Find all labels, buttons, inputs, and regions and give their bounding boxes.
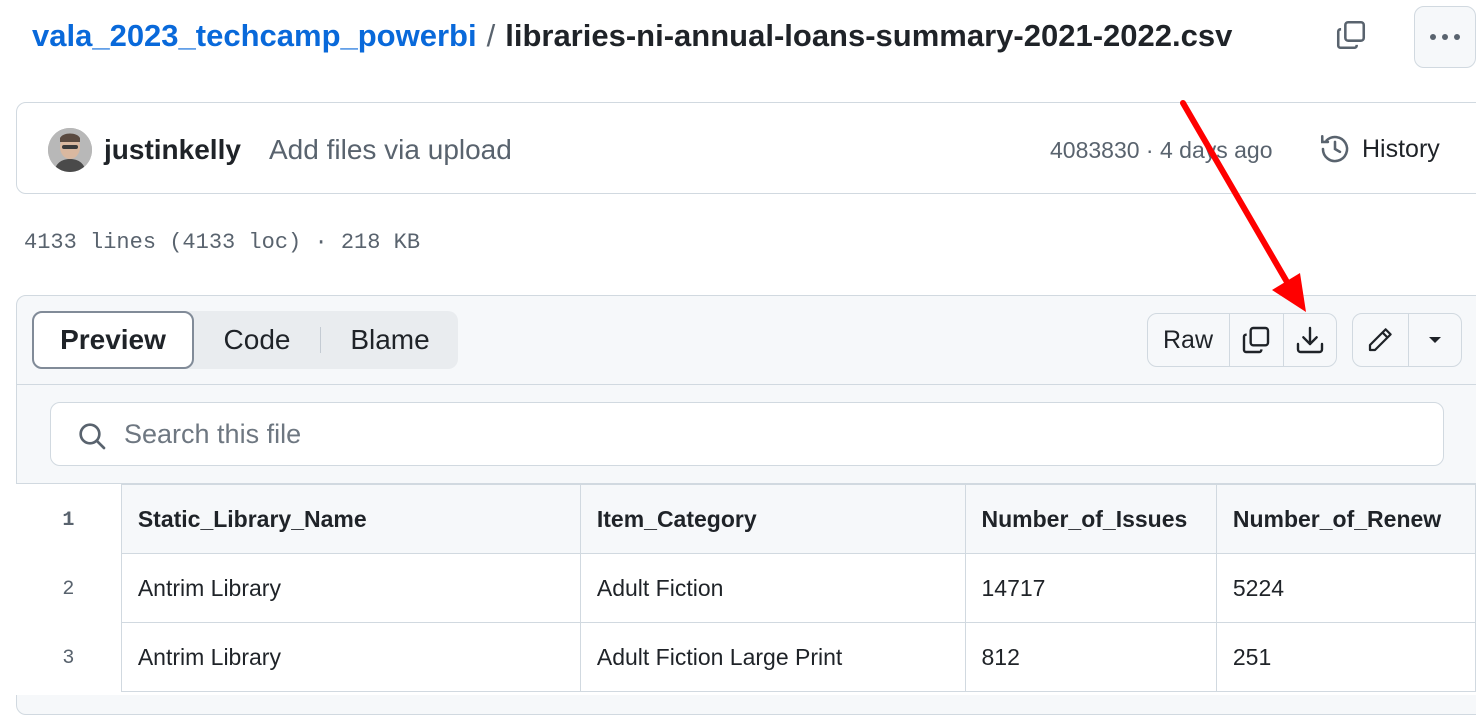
tab-divider [320, 327, 321, 353]
column-header: Number_of_Renew [1215, 484, 1476, 554]
tab-code[interactable]: Code [196, 311, 318, 369]
line-number[interactable]: 2 [16, 553, 122, 623]
table-row: 2 Antrim Library Adult Fiction 14717 522… [16, 553, 1476, 623]
table-cell: 14717 [964, 553, 1217, 623]
repo-link[interactable]: vala_2023_techcamp_powerbi [32, 18, 477, 54]
table-cell: 812 [964, 622, 1217, 692]
copy-raw-button[interactable] [1229, 313, 1283, 367]
table-row: 3 Antrim Library Adult Fiction Large Pri… [16, 622, 1476, 692]
search-icon [79, 423, 106, 450]
commit-meta[interactable]: 4083830 · 4 days ago [1050, 132, 1273, 168]
kebab-horizontal-icon [1430, 34, 1460, 40]
copy-icon [1242, 326, 1270, 354]
tab-preview[interactable]: Preview [32, 311, 194, 369]
table-cell: 5224 [1215, 553, 1476, 623]
copy-icon [1336, 20, 1366, 50]
table-header-row: 1 Static_Library_Name Item_Category Numb… [16, 484, 1476, 554]
copy-path-button[interactable] [1330, 14, 1372, 56]
history-icon [1320, 134, 1349, 163]
history-button[interactable]: History [1318, 128, 1440, 170]
panel-divider [16, 384, 1476, 385]
breadcrumb-separator: / [486, 18, 496, 53]
download-icon [1296, 326, 1324, 354]
commit-author[interactable]: justinkelly [104, 130, 241, 170]
file-info: 4133 lines (4133 loc) · 218 KB [24, 230, 421, 255]
avatar-image [48, 128, 92, 172]
csv-table-container: 1 Static_Library_Name Item_Category Numb… [16, 483, 1476, 695]
pencil-icon [1368, 328, 1392, 352]
breadcrumb: vala_2023_techcamp_powerbi / libraries-n… [32, 14, 1232, 58]
search-input[interactable] [124, 412, 1424, 456]
table-cell: 251 [1215, 622, 1476, 692]
history-label: History [1362, 134, 1440, 163]
edit-dropdown-button[interactable] [1408, 313, 1462, 367]
csv-table: 1 Static_Library_Name Item_Category Numb… [16, 484, 1476, 692]
edit-button[interactable] [1352, 313, 1408, 367]
table-cell: Antrim Library [120, 622, 581, 692]
raw-button[interactable]: Raw [1147, 313, 1229, 367]
more-options-button[interactable] [1414, 6, 1476, 68]
triangle-down-icon [1429, 337, 1441, 343]
column-header: Number_of_Issues [964, 484, 1217, 554]
commit-message[interactable]: Add files via upload [269, 130, 512, 170]
table-cell: Antrim Library [120, 553, 581, 623]
table-cell: Adult Fiction [579, 553, 966, 623]
avatar[interactable] [48, 128, 92, 172]
table-cell: Adult Fiction Large Print [579, 622, 966, 692]
file-name: libraries-ni-annual-loans-summary-2021-2… [505, 18, 1233, 53]
tab-blame[interactable]: Blame [322, 311, 458, 369]
line-number[interactable]: 3 [16, 622, 122, 692]
download-raw-button[interactable] [1283, 313, 1337, 367]
line-number[interactable]: 1 [16, 484, 122, 554]
column-header: Item_Category [579, 484, 966, 554]
column-header: Static_Library_Name [120, 484, 581, 554]
